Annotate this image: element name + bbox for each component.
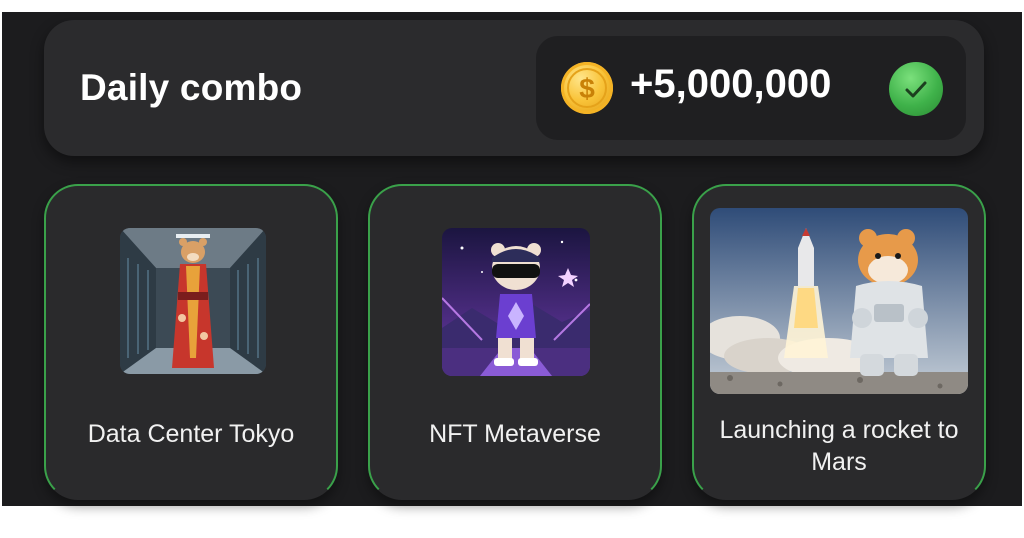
svg-text:$: $: [579, 73, 595, 104]
card-label: Launching a rocket to Mars: [719, 416, 959, 476]
card-image-hamster-rocket: [710, 208, 968, 394]
combo-card-nft-metaverse[interactable]: NFT Metaverse: [368, 184, 662, 500]
card-image-hamster-kimono: [120, 228, 266, 374]
daily-combo-panel: Daily combo $ +5,000,000 Data Center Tok…: [2, 12, 1022, 506]
reward-amount: +5,000,000: [630, 62, 832, 106]
combo-card-launching-rocket-to-mars[interactable]: Launching a rocket to Mars: [692, 184, 986, 500]
card-label: NFT Metaverse: [429, 420, 601, 448]
combo-card-data-center-tokyo[interactable]: Data Center Tokyo: [44, 184, 338, 500]
daily-combo-header: Daily combo $ +5,000,000: [44, 20, 984, 156]
card-label: Data Center Tokyo: [87, 420, 295, 448]
gold-coin-icon: $: [561, 62, 613, 114]
combo-reward: $ +5,000,000: [536, 36, 966, 140]
daily-combo-title: Daily combo: [80, 67, 303, 108]
card-image-hamster-vr: [442, 228, 590, 376]
checkmark-icon: [889, 62, 943, 116]
